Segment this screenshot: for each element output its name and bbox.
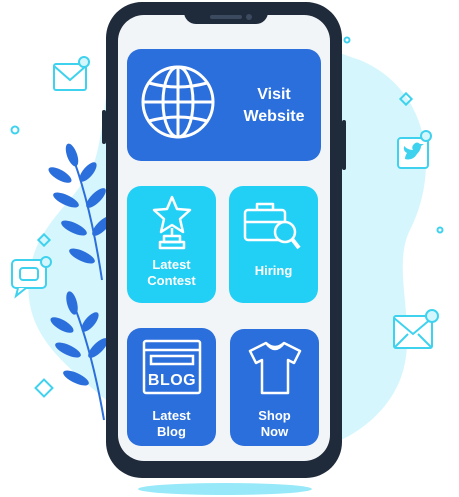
- phone-speaker: [210, 15, 242, 19]
- hiring-tile[interactable]: Hiring: [229, 186, 318, 303]
- mail-icon: [53, 56, 90, 91]
- phone-camera: [246, 14, 252, 20]
- latest-blog-label: Latest Blog: [152, 408, 191, 439]
- tshirt-icon: [248, 341, 302, 395]
- mail-icon: [393, 309, 439, 349]
- shop-now-tile[interactable]: Shop Now: [230, 329, 319, 446]
- phone-shadow: [138, 483, 312, 495]
- globe-icon: [141, 65, 215, 139]
- phone-side-button: [102, 110, 106, 144]
- blog-icon-text: BLOG: [147, 372, 197, 389]
- latest-contest-tile[interactable]: Latest Contest: [127, 186, 216, 303]
- hiring-label: Hiring: [254, 263, 293, 278]
- phone-side-button: [342, 120, 346, 170]
- visit-website-label: Visit Website: [243, 86, 305, 125]
- latest-blog-tile[interactable]: BLOG Latest Blog: [127, 328, 216, 446]
- trophy-icon: [152, 195, 192, 250]
- latest-contest-label: Latest Contest: [147, 257, 196, 288]
- shop-now-label: Shop Now: [258, 408, 291, 439]
- briefcase-search-icon: [243, 202, 301, 250]
